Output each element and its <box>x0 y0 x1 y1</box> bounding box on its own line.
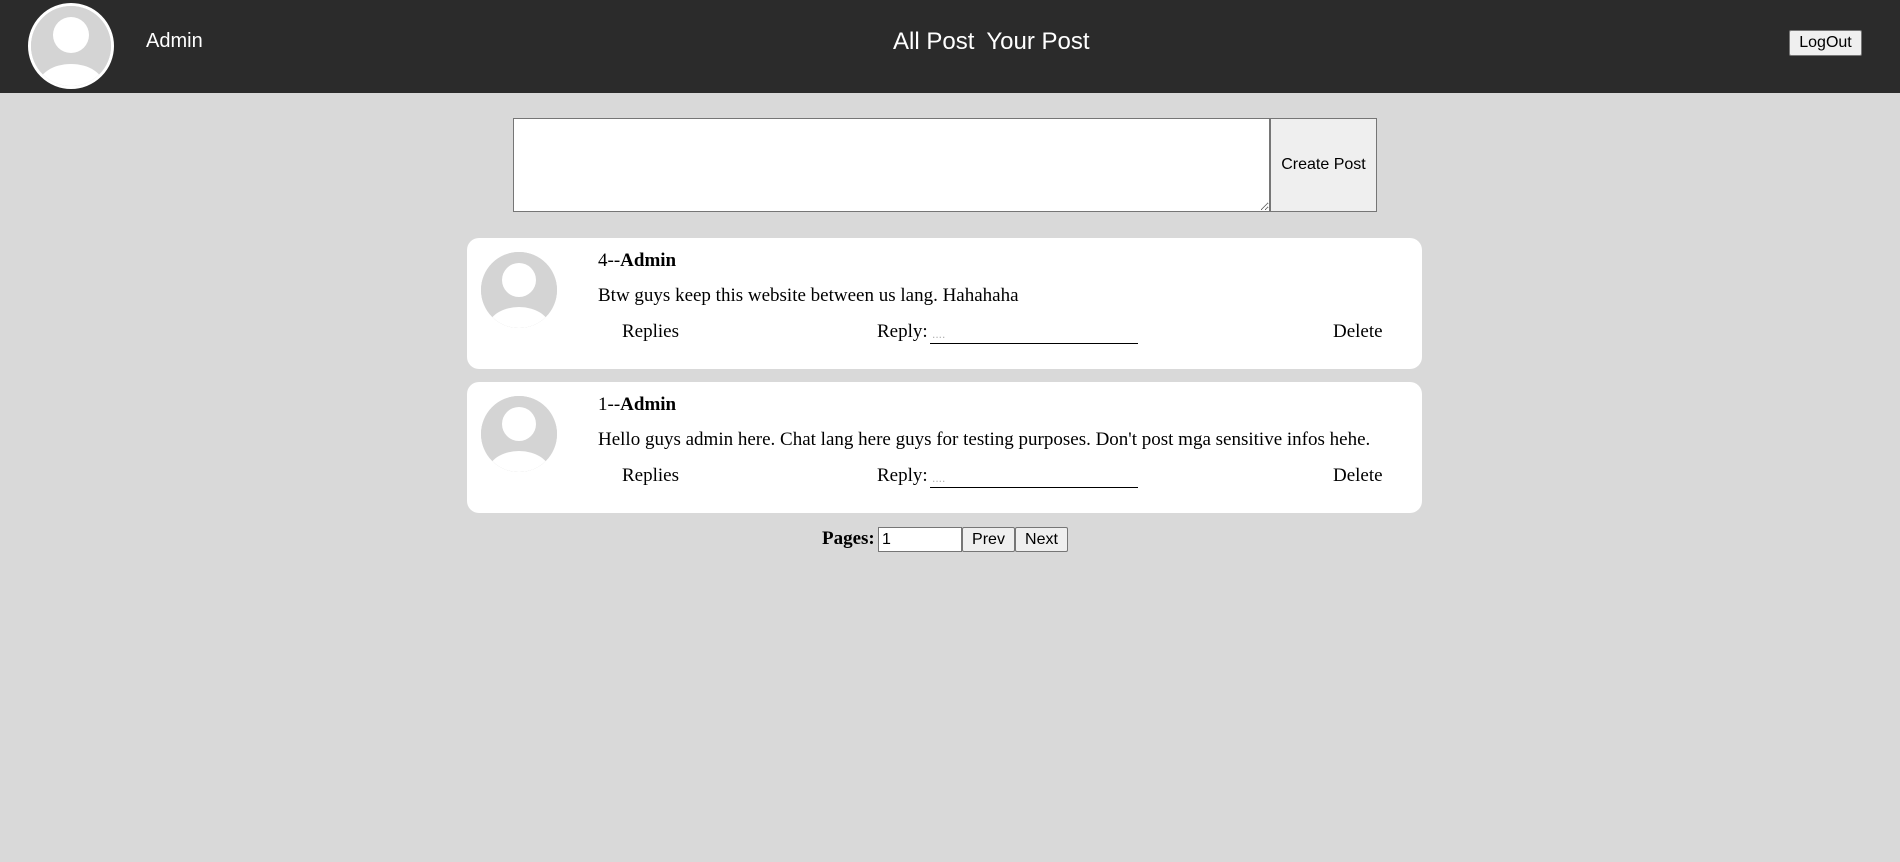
post-avatar-icon <box>481 396 557 472</box>
post-id: 4-- <box>598 250 621 271</box>
post-avatar-icon <box>481 252 557 328</box>
reply-label: Reply: <box>877 465 928 486</box>
post-author: Admin <box>620 250 677 271</box>
post-header: 1--Admin <box>598 394 676 416</box>
post-header: 4--Admin <box>598 250 676 272</box>
logout-button[interactable]: LogOut <box>1789 30 1862 56</box>
nav-your-post-link[interactable]: Your Post <box>986 28 1089 55</box>
post-card: 4--Admin Btw guys keep this website betw… <box>467 238 1422 369</box>
page-number-input[interactable] <box>878 527 962 552</box>
create-post-button[interactable]: Create Post <box>1270 118 1377 212</box>
header-username: Admin <box>146 30 203 52</box>
delete-post-link[interactable]: Delete <box>1333 321 1383 343</box>
replies-link[interactable]: Replies <box>622 465 679 487</box>
prev-page-button[interactable]: Prev <box>962 527 1015 552</box>
post-body-text: Hello guys admin here. Chat lang here gu… <box>598 429 1371 450</box>
new-post-textarea[interactable] <box>513 118 1270 212</box>
main-nav: All Post Your Post <box>893 28 1090 56</box>
replies-link[interactable]: Replies <box>622 321 679 343</box>
reply-label: Reply: <box>877 321 928 342</box>
delete-post-link[interactable]: Delete <box>1333 465 1383 487</box>
nav-all-post-link[interactable]: All Post <box>893 28 974 55</box>
reply-input[interactable] <box>930 468 1138 488</box>
post-id: 1-- <box>598 394 621 415</box>
post-author: Admin <box>620 394 677 415</box>
post-card: 1--Admin Hello guys admin here. Chat lan… <box>467 382 1422 513</box>
post-body-text: Btw guys keep this website between us la… <box>598 285 1019 306</box>
reply-input[interactable] <box>930 324 1138 344</box>
next-page-button[interactable]: Next <box>1015 527 1068 552</box>
pages-label: Pages: <box>822 528 875 549</box>
user-avatar-icon[interactable] <box>28 3 114 89</box>
top-navbar: Admin All Post Your Post LogOut <box>0 0 1900 93</box>
